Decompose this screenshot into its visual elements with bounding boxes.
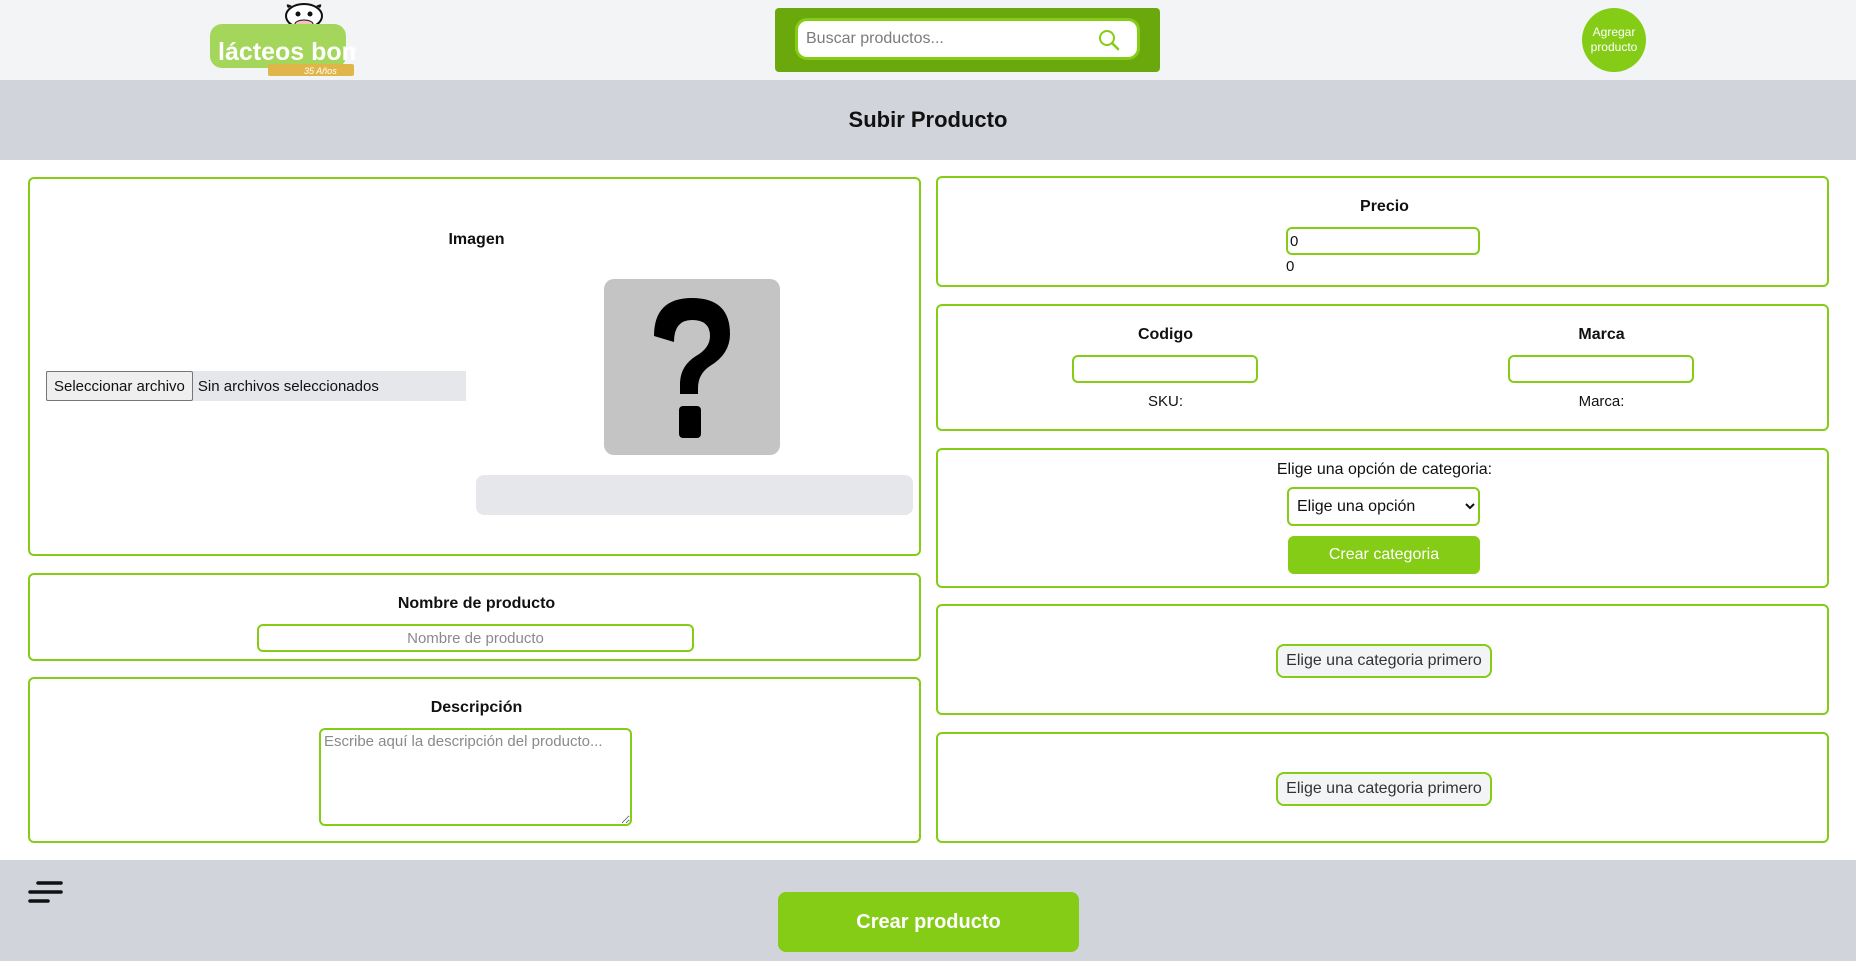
page-title: Subir Producto <box>848 107 1008 132</box>
category-select[interactable]: Elige una opción <box>1287 487 1480 526</box>
file-picker: Seleccionar archivo Sin archivos selecci… <box>46 371 466 401</box>
brand-label: Marca <box>1578 326 1625 343</box>
description-textarea[interactable] <box>319 728 632 826</box>
file-status: Sin archivos seleccionados <box>197 377 379 395</box>
select-file-button[interactable]: Seleccionar archivo <box>46 371 193 401</box>
sku-text: SKU: <box>1147 393 1183 410</box>
brand-logo[interactable]: lácteos bomboná 35 Años <box>208 2 424 78</box>
title-bar: Subir Producto <box>0 80 1856 160</box>
image-name-bar <box>476 475 913 515</box>
create-category-button[interactable]: Crear categoria <box>1288 536 1480 574</box>
footer: Crear producto <box>0 860 1856 961</box>
description-card: Descripción <box>28 677 921 843</box>
price-label: Precio <box>1360 198 1409 215</box>
brand-text: Marca: <box>1578 393 1625 410</box>
choose-category-first-button-2[interactable]: Elige una categoria primero <box>1276 772 1492 806</box>
description-label: Descripción <box>430 699 523 716</box>
image-preview <box>604 279 780 455</box>
code-input[interactable] <box>1072 355 1258 383</box>
question-mark-icon <box>654 298 730 438</box>
subcategory-card-2: Elige una categoria primero <box>936 732 1829 843</box>
logo-image: lácteos bomboná 35 Años <box>210 3 424 76</box>
add-product-button[interactable]: Agregar producto <box>1582 8 1646 72</box>
price-card: Precio 0 <box>936 176 1829 287</box>
product-name-input[interactable] <box>257 624 694 652</box>
search-bar <box>775 8 1160 72</box>
category-card: Elige una opción de categoria: Elige una… <box>936 448 1829 588</box>
product-name-card: Nombre de producto <box>28 573 921 661</box>
subcategory-card-1: Elige una categoria primero <box>936 604 1829 715</box>
category-prompt: Elige una opción de categoria: <box>1276 461 1493 478</box>
image-label: Imagen <box>448 231 505 248</box>
logo-wordmark: lácteos bomboná <box>218 38 356 66</box>
menu-icon[interactable] <box>26 878 64 906</box>
header: lácteos bomboná 35 Años Agregar producto <box>0 0 1856 80</box>
choose-category-first-button-1[interactable]: Elige una categoria primero <box>1276 644 1492 678</box>
image-card: Imagen Seleccionar archivo Sin archivos … <box>28 177 921 556</box>
logo-tagline: 35 Años <box>304 66 337 76</box>
code-label: Codigo <box>1137 326 1194 343</box>
product-name-label: Nombre de producto <box>397 595 556 612</box>
search-input[interactable] <box>795 18 1140 60</box>
price-display: 0 <box>1286 258 1295 275</box>
search-icon[interactable] <box>1097 28 1121 52</box>
create-product-button[interactable]: Crear producto <box>778 892 1079 952</box>
brand-input[interactable] <box>1508 355 1694 383</box>
price-input[interactable] <box>1286 227 1480 255</box>
code-brand-card: Codigo SKU: Marca Marca: <box>936 304 1829 431</box>
